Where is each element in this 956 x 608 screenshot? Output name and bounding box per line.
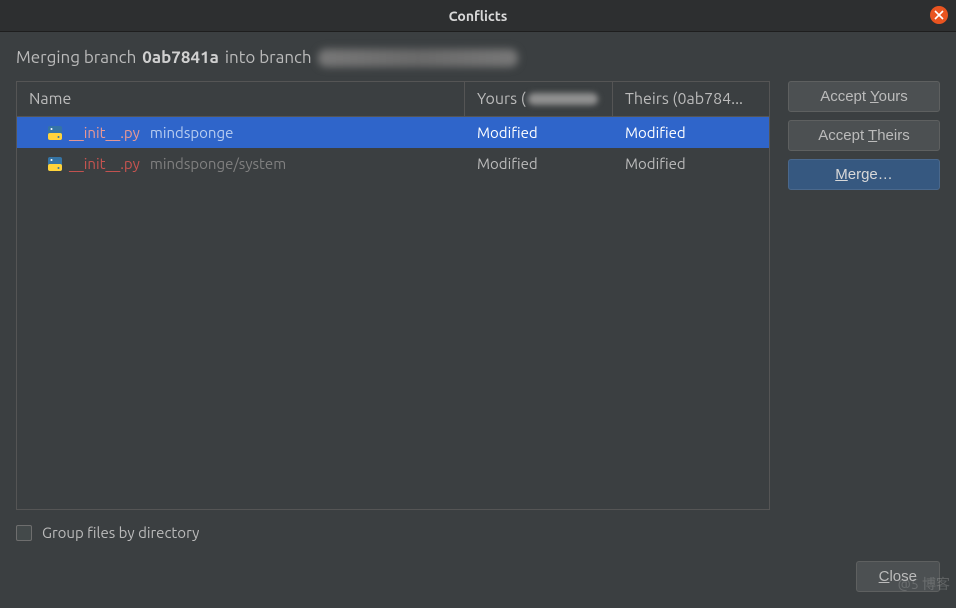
filename: __init__.py [69,124,140,141]
filepath: mindsponge [150,124,233,141]
source-branch: 0ab7841a [142,48,219,67]
checkbox-icon [16,525,32,541]
close-icon [934,10,944,20]
python-file-icon [47,156,63,172]
accept-theirs-button[interactable]: Accept Theirs [788,120,940,151]
footer-row: Group files by directory [16,524,940,541]
group-by-directory-checkbox[interactable]: Group files by directory [16,524,199,541]
close-button[interactable]: Close [856,561,940,592]
column-header-yours[interactable]: Yours ( [465,82,613,116]
yours-branch-redacted [528,93,598,105]
titlebar: Conflicts [0,0,956,32]
conflicts-table-wrap: Name Yours ( Theirs (0ab784... __init__.… [16,81,770,510]
close-window-button[interactable] [930,6,948,24]
cell-yours: Modified [465,151,613,176]
cell-yours: Modified [465,120,613,145]
side-buttons: Accept Yours Accept Theirs Merge… [788,81,940,510]
accept-yours-button[interactable]: Accept Yours [788,81,940,112]
checkbox-label: Group files by directory [42,524,199,541]
merge-middle: into branch [225,48,312,67]
window-title: Conflicts [449,8,508,24]
column-header-theirs[interactable]: Theirs (0ab784... [613,82,769,116]
conflicts-table: Name Yours ( Theirs (0ab784... __init__.… [16,81,770,510]
cell-theirs: Modified [613,151,769,176]
merge-message: Merging branch 0ab7841a into branch [16,48,940,67]
cell-name: __init__.py mindsponge/system [17,151,465,176]
merge-prefix: Merging branch [16,48,136,67]
table-row[interactable]: __init__.py mindsponge Modified Modified [17,117,769,148]
cell-name: __init__.py mindsponge [17,120,465,145]
filepath: mindsponge/system [150,155,286,172]
bottom-bar: Close [16,561,940,592]
column-header-name[interactable]: Name [17,82,465,116]
dialog-content: Merging branch 0ab7841a into branch Name… [0,32,956,608]
target-branch-redacted [318,49,518,67]
table-row[interactable]: __init__.py mindsponge/system Modified M… [17,148,769,179]
filename: __init__.py [69,155,140,172]
table-body: __init__.py mindsponge Modified Modified… [17,117,769,509]
python-file-icon [47,125,63,141]
cell-theirs: Modified [613,120,769,145]
table-header: Name Yours ( Theirs (0ab784... [17,82,769,117]
merge-button[interactable]: Merge… [788,159,940,190]
main-row: Name Yours ( Theirs (0ab784... __init__.… [16,81,940,510]
